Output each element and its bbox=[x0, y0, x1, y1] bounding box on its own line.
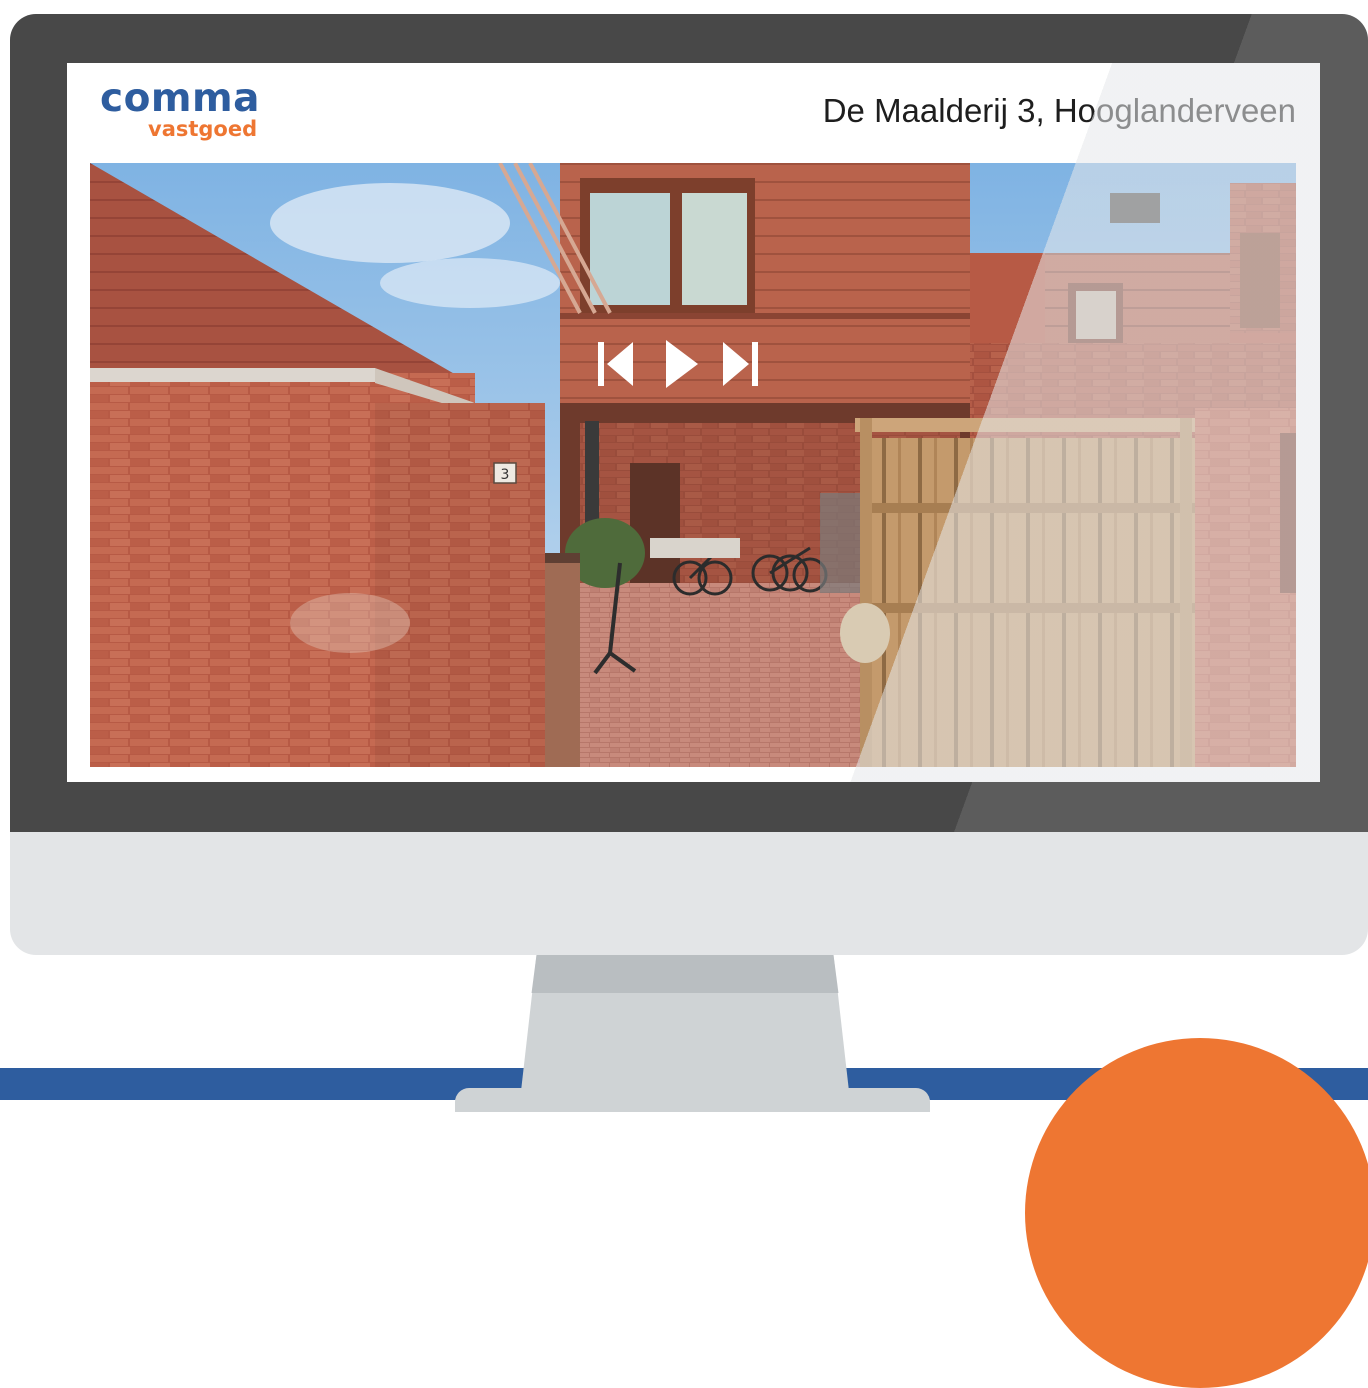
next-button[interactable] bbox=[719, 338, 763, 390]
previous-button[interactable] bbox=[595, 338, 639, 390]
house-number-plate: 3 bbox=[501, 467, 510, 483]
skip-back-icon bbox=[598, 342, 633, 386]
slideshow-controls bbox=[595, 338, 765, 393]
play-button[interactable] bbox=[661, 338, 701, 390]
logo-main-text: comma bbox=[100, 76, 261, 121]
property-photo-illustration: 3 bbox=[90, 163, 1296, 767]
monitor-stand-shadow bbox=[531, 955, 839, 993]
orange-circle-decoration bbox=[1025, 1038, 1368, 1388]
monitor-screen: comma vastgoed De Maalderij 3, Hooglande… bbox=[67, 63, 1320, 782]
monitor: comma vastgoed De Maalderij 3, Hooglande… bbox=[10, 14, 1368, 955]
comma-vastgoed-logo[interactable]: comma vastgoed bbox=[100, 76, 285, 150]
skip-forward-icon bbox=[723, 342, 758, 386]
listing-address: De Maalderij 3, Hooglanderveen bbox=[822, 92, 1296, 129]
monitor-stand-base bbox=[455, 1088, 930, 1112]
play-icon bbox=[666, 340, 698, 388]
property-photo: 3 bbox=[90, 163, 1296, 767]
monitor-bezel: comma vastgoed De Maalderij 3, Hooglande… bbox=[10, 14, 1368, 832]
logo-sub-text: vastgoed bbox=[148, 117, 258, 141]
